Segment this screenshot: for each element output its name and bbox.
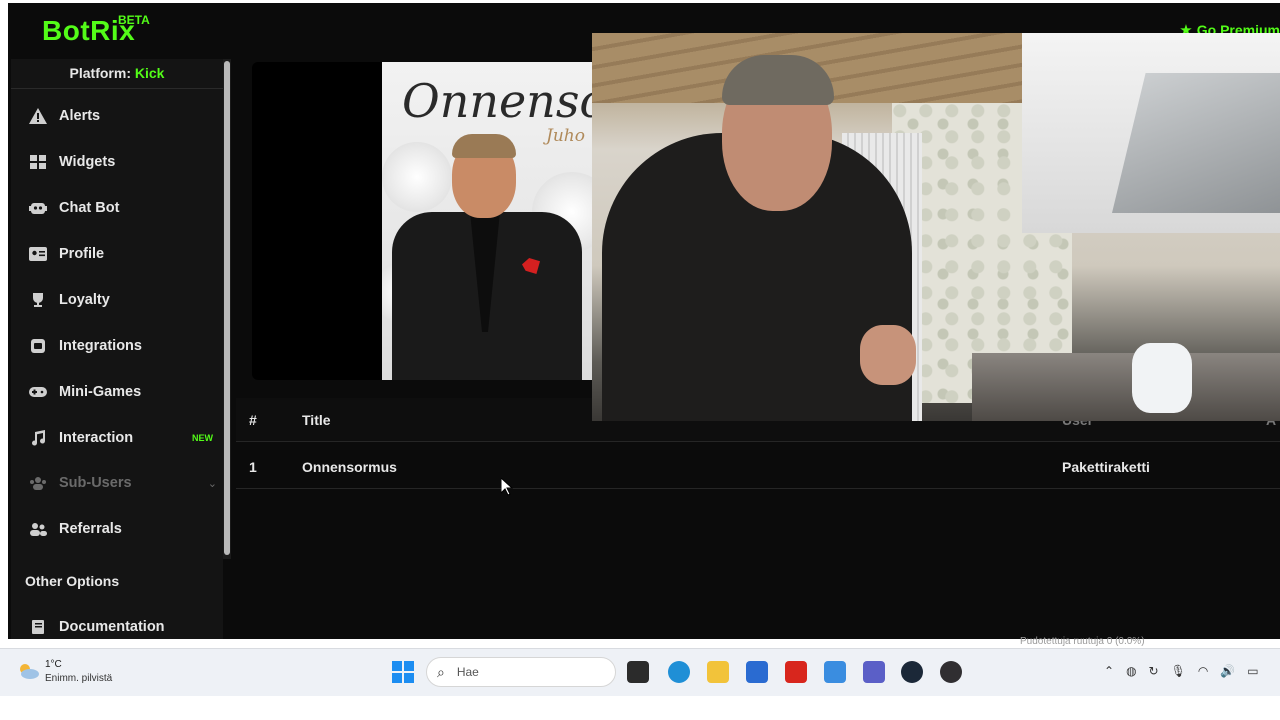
- sidebar-item-label: Referrals: [59, 521, 122, 537]
- sidebar: Platform: Kick Alerts Widgets Chat Bot P…: [11, 59, 223, 639]
- sidebar-item-label: Mini-Games: [59, 384, 142, 400]
- weather-description[interactable]: Enimm. pilvistä: [45, 673, 112, 684]
- windows-logo-tile: [392, 661, 402, 671]
- platform-indicator: Platform: Kick: [11, 59, 223, 89]
- steam-icon[interactable]: [901, 661, 923, 683]
- windows-logo-tile: [404, 673, 414, 683]
- other-options-heading: Other Options: [25, 573, 120, 589]
- table-row[interactable]: 1 Onnensormus Pakettiraketti: [236, 443, 1280, 489]
- sidebar-item-label: Interaction: [59, 430, 134, 446]
- mail-icon[interactable]: [824, 661, 846, 683]
- sidebar-item-sub-users[interactable]: Sub-Users ⌄: [11, 463, 223, 503]
- album-cover-image: Onnensor Juho: [382, 62, 592, 380]
- windows-taskbar: 1°C Enimm. pilvistä ⌕ Hae ⌃ ◍ ↻ 🎙 ◠ 🔊 ▭: [0, 648, 1280, 696]
- sidebar-item-label: Sub-Users: [59, 475, 132, 491]
- id-card-icon: [29, 245, 47, 263]
- sidebar-item-label: Documentation: [59, 619, 165, 635]
- column-header-number[interactable]: #: [249, 412, 257, 428]
- sidebar-item-label: Integrations: [59, 338, 142, 354]
- sidebar-item-alerts[interactable]: Alerts: [11, 96, 223, 136]
- weather-temperature[interactable]: 1°C: [45, 659, 62, 670]
- windows-logo-tile: [404, 661, 414, 671]
- sidebar-item-integrations[interactable]: Integrations: [11, 326, 223, 366]
- album-cover-artist: Juho: [546, 126, 585, 146]
- webcam-container: [1132, 343, 1192, 413]
- users-icon: [29, 474, 47, 492]
- microphone-icon[interactable]: 🎙: [1171, 664, 1186, 678]
- platform-value: Kick: [134, 65, 165, 81]
- book-icon: [29, 618, 47, 636]
- platform-prefix: Platform:: [69, 65, 131, 81]
- taskbar-search-placeholder: Hae: [456, 665, 479, 679]
- sidebar-item-documentation[interactable]: Documentation: [11, 607, 223, 639]
- obs-icon[interactable]: [940, 661, 962, 683]
- sidebar-item-widgets[interactable]: Widgets: [11, 142, 223, 182]
- rose-decoration: [382, 142, 452, 212]
- sidebar-item-profile[interactable]: Profile: [11, 234, 223, 274]
- sidebar-item-label: Widgets: [59, 154, 116, 170]
- warning-icon: [29, 107, 47, 125]
- sidebar-item-label: Loyalty: [59, 292, 110, 308]
- music-icon: [29, 429, 47, 447]
- file-explorer-icon[interactable]: [707, 661, 729, 683]
- album-cover-title: Onnensor: [402, 74, 592, 128]
- chevron-up-icon[interactable]: ⌃: [1104, 664, 1114, 678]
- row-title: Onnensormus: [302, 459, 397, 475]
- teams-icon[interactable]: [863, 661, 885, 683]
- robot-icon: [29, 199, 47, 217]
- taskbar-search[interactable]: ⌕ Hae: [426, 657, 616, 687]
- sync-icon[interactable]: ↻: [1149, 664, 1159, 678]
- sidebar-scrollbar-thumb[interactable]: [224, 61, 230, 555]
- sidebar-item-label: Chat Bot: [59, 200, 120, 216]
- network-icon[interactable]: ◍: [1126, 664, 1136, 678]
- sidebar-item-mini-games[interactable]: Mini-Games: [11, 372, 223, 412]
- dropped-frames-status: Pudotettuja ruutuja 0 (0.0%): [1020, 636, 1145, 647]
- cloud-sun-icon[interactable]: [16, 661, 40, 681]
- artist-figure-hair: [452, 134, 516, 158]
- sidebar-item-chat-bot[interactable]: Chat Bot: [11, 188, 223, 228]
- webcam-person-hand: [860, 325, 916, 385]
- battery-icon[interactable]: ▭: [1247, 664, 1258, 678]
- column-header-title[interactable]: Title: [302, 412, 331, 428]
- sidebar-item-interaction[interactable]: Interaction NEW: [11, 418, 223, 458]
- grid-icon: [29, 153, 47, 171]
- windows-logo-tile: [392, 673, 402, 683]
- user-group-icon: [29, 520, 47, 538]
- webcam-overlay: [592, 33, 1280, 421]
- search-icon: ⌕: [437, 663, 445, 680]
- sidebar-item-referrals[interactable]: Referrals: [11, 509, 223, 549]
- row-user: Pakettiraketti: [1062, 459, 1150, 475]
- sidebar-item-label: Alerts: [59, 108, 101, 124]
- store-icon[interactable]: [746, 661, 768, 683]
- system-tray: ⌃ ◍ ↻ 🎙 ◠ 🔊 ▭: [1104, 664, 1259, 678]
- app-l-icon[interactable]: [785, 661, 807, 683]
- new-badge: NEW: [192, 433, 213, 443]
- chevron-down-icon: ⌄: [207, 477, 217, 490]
- edge-browser-icon[interactable]: [668, 661, 690, 683]
- gamepad-icon: [29, 383, 47, 401]
- wifi-icon[interactable]: ◠: [1198, 664, 1208, 678]
- task-view-icon[interactable]: [627, 661, 649, 683]
- sidebar-item-label: Profile: [59, 246, 105, 262]
- sidebar-item-loyalty[interactable]: Loyalty: [11, 280, 223, 320]
- webcam-counter: [972, 353, 1280, 421]
- botrix-app-window: BotRix BETA ★ Go Premium Platform: Kick …: [8, 3, 1280, 639]
- row-number: 1: [249, 459, 257, 475]
- plug-icon: [29, 337, 47, 355]
- start-button[interactable]: [392, 661, 414, 683]
- volume-icon[interactable]: 🔊: [1220, 664, 1235, 678]
- beta-badge: BETA: [118, 13, 150, 27]
- trophy-icon: [29, 291, 47, 309]
